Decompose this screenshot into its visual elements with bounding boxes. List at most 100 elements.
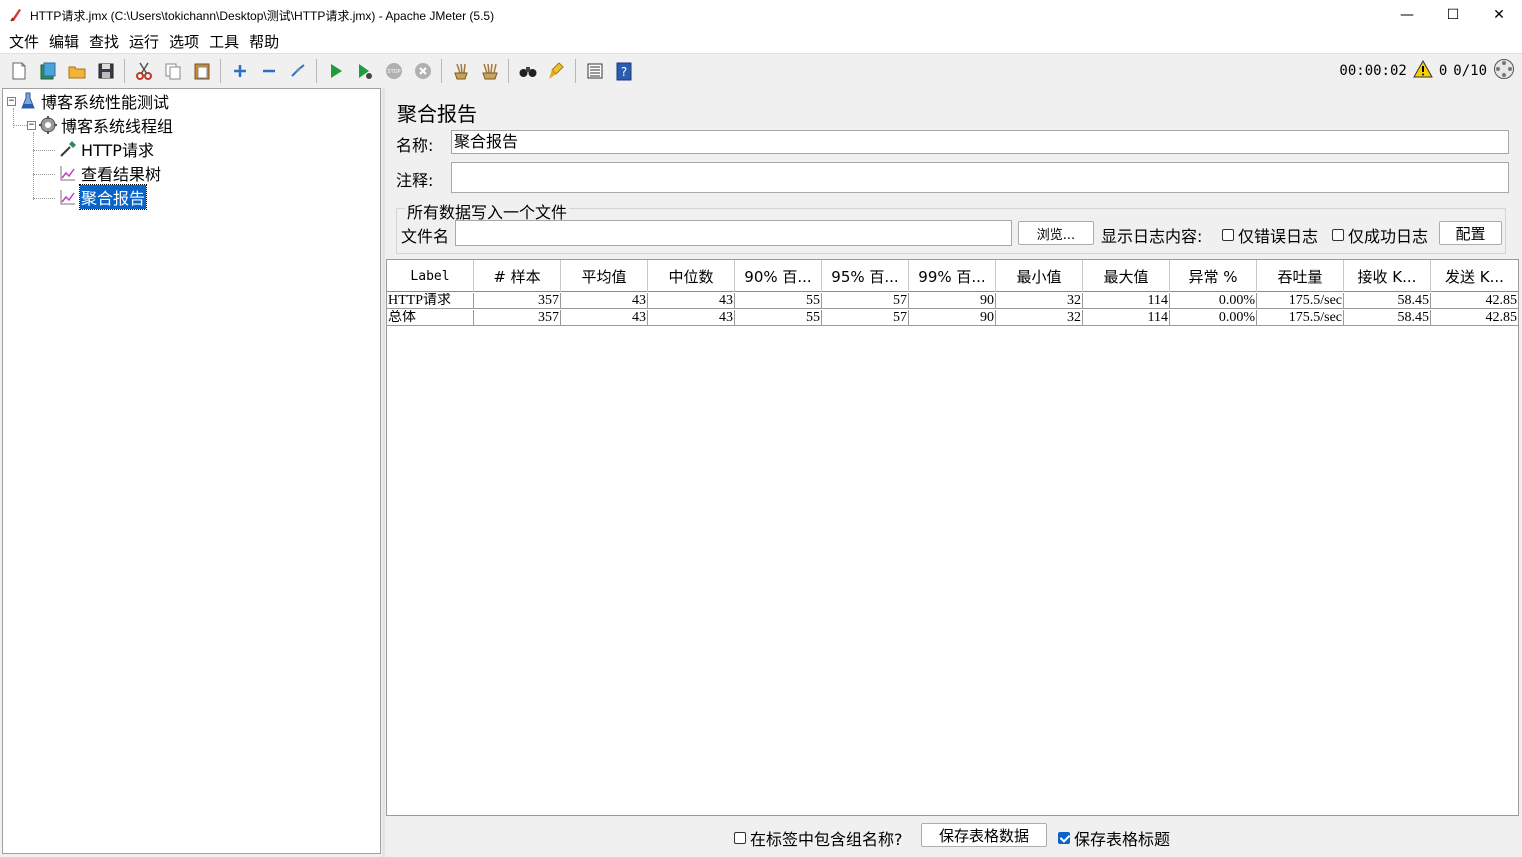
col-header-sent-kb[interactable]: 发送 K...: [1431, 260, 1518, 292]
col-header-error-percent[interactable]: 异常 %: [1170, 260, 1257, 292]
active-threads: 0/10: [1453, 63, 1487, 79]
open-folder-icon[interactable]: [64, 58, 90, 84]
clear-all-icon[interactable]: [477, 58, 503, 84]
log-content-label: 显示日志内容:: [1101, 227, 1203, 246]
svg-text:?: ?: [620, 65, 626, 79]
table-cell: 32: [996, 310, 1083, 326]
stop-icon[interactable]: STOP: [381, 58, 407, 84]
col-header-throughput[interactable]: 吞吐量: [1257, 260, 1344, 292]
table-cell: 43: [561, 293, 648, 309]
col-header-median[interactable]: 中位数: [648, 260, 735, 292]
col-header-90-percentile[interactable]: 90% 百...: [735, 260, 822, 292]
start-icon[interactable]: [323, 58, 349, 84]
filename-label: 文件名: [401, 227, 450, 246]
table-cell: 42.85: [1485, 310, 1518, 325]
table-row[interactable]: 总体 357 43 43 55 57 90 32 114 0.00% 175.5…: [387, 310, 1518, 326]
cut-icon[interactable]: [131, 58, 157, 84]
save-table-data-button[interactable]: 保存表格数据: [921, 823, 1047, 847]
http-sampler-pipette-icon: [59, 140, 77, 158]
table-header: Label # 样本 平均值 中位数 90% 百... 95% 百... 99%…: [387, 260, 1518, 292]
checkbox-box-checked[interactable]: [1058, 832, 1070, 844]
checkbox-box[interactable]: [1222, 229, 1234, 241]
toggle-icon[interactable]: [285, 58, 311, 84]
paste-icon[interactable]: [189, 58, 215, 84]
col-header-received-kb[interactable]: 接收 K...: [1344, 260, 1431, 292]
table-cell: 42.85: [1485, 293, 1518, 308]
errors-only-label: 仅错误日志: [1238, 227, 1319, 246]
warning-icon[interactable]: [1412, 59, 1433, 82]
tree-node-http-request[interactable]: HTTP请求: [59, 138, 155, 160]
start-no-pauses-icon[interactable]: [352, 58, 378, 84]
tree-label: 查看结果树: [81, 165, 162, 184]
menu-edit[interactable]: 编辑: [44, 31, 84, 52]
col-header-samples[interactable]: # 样本: [474, 260, 561, 292]
help-icon[interactable]: ?: [611, 58, 637, 84]
reset-search-icon[interactable]: [544, 58, 570, 84]
checkbox-box[interactable]: [734, 832, 746, 844]
thread-group-gear-icon: [39, 116, 57, 134]
copy-icon[interactable]: [160, 58, 186, 84]
shutdown-icon[interactable]: [410, 58, 436, 84]
filename-input[interactable]: [455, 220, 1012, 246]
col-header-max[interactable]: 最大值: [1083, 260, 1170, 292]
function-helper-icon[interactable]: [582, 58, 608, 84]
table-cell: 175.5/sec: [1257, 293, 1344, 309]
minimize-button[interactable]: —: [1384, 0, 1430, 30]
jmeter-feather-icon: [8, 7, 24, 23]
table-cell: 114: [1083, 310, 1170, 326]
close-button[interactable]: ✕: [1476, 0, 1522, 30]
menu-help[interactable]: 帮助: [244, 31, 284, 52]
table-options-bar: 在标签中包含组名称? 保存表格数据 保存表格标题: [386, 816, 1520, 857]
errors-only-checkbox[interactable]: 仅错误日志: [1222, 223, 1318, 247]
menu-file[interactable]: 文件: [4, 31, 44, 52]
new-file-icon[interactable]: [6, 58, 32, 84]
expand-icon[interactable]: [227, 58, 253, 84]
menu-tools[interactable]: 工具: [204, 31, 244, 52]
configure-button[interactable]: 配置: [1439, 221, 1502, 245]
comment-input[interactable]: [451, 162, 1509, 193]
test-plan-tree: − 博客系统性能测试 − 博客系统线程组 HTTP请求 查看结果树 聚合报告: [2, 88, 381, 854]
table-cell: 55: [735, 310, 822, 326]
col-header-label[interactable]: Label: [387, 260, 474, 292]
menu-options[interactable]: 选项: [164, 31, 204, 52]
col-header-min[interactable]: 最小值: [996, 260, 1083, 292]
checkbox-box[interactable]: [1332, 229, 1344, 241]
col-header-99-percentile[interactable]: 99% 百...: [909, 260, 996, 292]
table-cell: 43: [648, 310, 735, 326]
collapse-icon[interactable]: [256, 58, 282, 84]
name-input[interactable]: 聚合报告: [451, 130, 1509, 154]
maximize-button[interactable]: ☐: [1430, 0, 1476, 30]
menu-search[interactable]: 查找: [84, 31, 124, 52]
table-cell: 90: [909, 293, 996, 309]
save-icon[interactable]: [93, 58, 119, 84]
table-cell: 57: [822, 293, 909, 309]
collapse-toggle-icon[interactable]: −: [7, 96, 16, 106]
success-only-checkbox[interactable]: 仅成功日志: [1332, 223, 1428, 247]
tree-node-test-plan[interactable]: − 博客系统性能测试: [7, 90, 170, 112]
thread-status-icon: [1493, 58, 1515, 84]
tree-node-thread-group[interactable]: − 博客系统线程组: [27, 114, 174, 136]
listener-chart-icon: [59, 188, 77, 206]
table-cell: HTTP请求: [387, 293, 474, 309]
templates-icon[interactable]: [35, 58, 61, 84]
tree-node-view-results-tree[interactable]: 查看结果树: [59, 162, 162, 184]
save-table-header-checkbox[interactable]: 保存表格标题: [1058, 826, 1170, 850]
include-group-name-label: 在标签中包含组名称?: [750, 830, 903, 849]
table-cell: 58.45: [1344, 310, 1431, 326]
col-header-average[interactable]: 平均值: [561, 260, 648, 292]
binoculars-icon[interactable]: [515, 58, 541, 84]
menu-run[interactable]: 运行: [124, 31, 164, 52]
panel-title: 聚合报告: [397, 102, 477, 126]
collapse-toggle-icon[interactable]: −: [27, 120, 36, 130]
clear-icon[interactable]: [448, 58, 474, 84]
table-cell: 0.00%: [1170, 310, 1257, 326]
results-table: Label # 样本 平均值 中位数 90% 百... 95% 百... 99%…: [386, 259, 1519, 816]
col-header-95-percentile[interactable]: 95% 百...: [822, 260, 909, 292]
panel-splitter[interactable]: [382, 88, 385, 857]
browse-button[interactable]: 浏览...: [1018, 221, 1094, 245]
include-group-name-checkbox[interactable]: 在标签中包含组名称?: [734, 826, 903, 850]
table-row[interactable]: HTTP请求 357 43 43 55 57 90 32 114 0.00% 1…: [387, 293, 1518, 309]
test-plan-icon: [19, 92, 37, 110]
tree-node-aggregate-report[interactable]: 聚合报告: [59, 184, 148, 210]
table-cell: 58.45: [1344, 293, 1431, 309]
